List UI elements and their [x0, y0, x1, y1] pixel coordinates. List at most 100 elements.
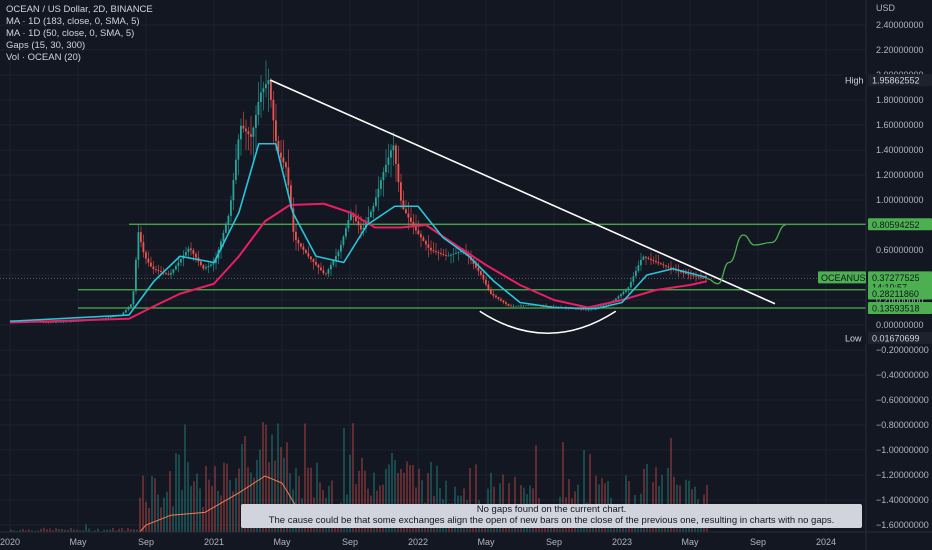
legend-gaps[interactable]: Gaps (15, 30, 300) [6, 40, 153, 52]
candle-body [457, 252, 460, 253]
time-tick-label: 2023 [612, 537, 632, 547]
candle-body [620, 294, 622, 297]
candle-body [502, 300, 505, 303]
candle-body [662, 264, 665, 266]
candle-body [305, 249, 307, 254]
candle-body [177, 262, 180, 266]
candle-body [282, 157, 285, 163]
legend-volume[interactable]: Vol · OCEAN (20) [6, 52, 153, 64]
candle-body [520, 305, 522, 307]
candle-body [202, 265, 205, 269]
volume-bar [199, 488, 201, 532]
candle-body [517, 305, 520, 307]
candle-body [247, 131, 250, 135]
candle-body [697, 276, 700, 278]
candle-body [52, 322, 55, 323]
candle-body [190, 248, 192, 251]
candle-body [307, 253, 310, 257]
time-tick-label: 2022 [408, 537, 428, 547]
candle-body [627, 287, 630, 290]
legend-ma-50[interactable]: MA · 1D (50, close, 0, SMA, 5) [6, 28, 153, 40]
candle-body [497, 297, 500, 299]
time-axis[interactable]: 2020 May Sep 2021 May Sep 2022 May Sep 2023 May Sep… [0, 531, 932, 547]
legend-ma-183[interactable]: MA · 1D (183, close, 0, SMA, 5) [6, 16, 153, 28]
candle-body [155, 269, 157, 271]
candle-body [132, 291, 135, 305]
candle-body [232, 179, 235, 201]
symbol-title[interactable]: OCEAN / US Dollar, 2D, BINANCE [6, 4, 153, 16]
candle-body [387, 157, 390, 165]
volume-bar [175, 453, 177, 532]
currency-label: USD [876, 3, 896, 13]
candle-body [272, 99, 275, 121]
symbol-tag: OCEANUSD [821, 273, 873, 283]
price-tick-label: −0.40000000 [876, 370, 929, 380]
candle-body [237, 139, 240, 160]
candle-body [262, 88, 265, 93]
price-chart[interactable]: USD2.400000002.200000002.000000001.80000… [0, 0, 932, 550]
time-tick-label: May [477, 537, 495, 547]
candle-body [655, 261, 657, 263]
volume-bar [43, 527, 45, 532]
volume-bar [208, 479, 210, 532]
candle-body [395, 145, 397, 164]
candle-body [392, 145, 395, 151]
candle-body [690, 275, 692, 276]
volume-bar [205, 465, 207, 532]
candle-body [580, 309, 582, 310]
candle-body [322, 270, 325, 274]
volume-bar [214, 466, 216, 532]
candle-body [135, 259, 137, 292]
volume-bar [235, 477, 237, 532]
price-tick-label: −0.60000000 [876, 395, 929, 405]
volume-bar [229, 479, 231, 532]
candle-body [145, 252, 147, 259]
candle-body [337, 251, 340, 257]
candle-body [137, 232, 140, 260]
candle-body [380, 180, 382, 189]
candle-body [57, 322, 60, 323]
candle-body [167, 273, 170, 275]
candle-body [447, 255, 450, 257]
candle-body [440, 253, 442, 255]
candle-body [372, 206, 375, 212]
candle-body [482, 274, 485, 280]
candle-body [452, 253, 455, 255]
candle-body [200, 261, 202, 266]
price-tick-label: −1.20000000 [876, 470, 929, 480]
candle-body [125, 309, 127, 313]
candle-body [142, 242, 145, 253]
low-label: Low [845, 333, 862, 343]
candle-body [325, 273, 327, 274]
candle-body [642, 256, 645, 260]
candle-body [490, 289, 492, 294]
notice-line-1: No gaps found on the current chart. [476, 504, 627, 515]
candle-body [185, 252, 187, 256]
volume-bar [112, 527, 114, 532]
candle-body [367, 217, 370, 223]
candle-body [692, 275, 695, 277]
time-tick-label: Sep [342, 537, 358, 547]
candle-body [310, 256, 312, 260]
volume-bar [187, 462, 189, 532]
candle-body [417, 230, 420, 235]
rounded-bottom-arc [479, 310, 617, 334]
volume-bar [151, 476, 153, 532]
volume-bar [202, 507, 204, 532]
candle-body [147, 258, 150, 263]
candle-body [510, 305, 512, 307]
candle-body [420, 234, 422, 238]
candle-body [357, 221, 360, 226]
candle-body [400, 182, 402, 201]
candle-body [327, 269, 330, 274]
candle-body [525, 305, 527, 307]
drawings [269, 79, 786, 334]
candle-body [110, 316, 112, 318]
candle-body [485, 279, 487, 285]
candle-body [47, 322, 50, 323]
price-tick-label: 2.40000000 [876, 20, 924, 30]
candle-body [630, 281, 632, 288]
candle-body [660, 263, 662, 265]
candle-body [382, 172, 385, 181]
candle-body [402, 200, 405, 210]
